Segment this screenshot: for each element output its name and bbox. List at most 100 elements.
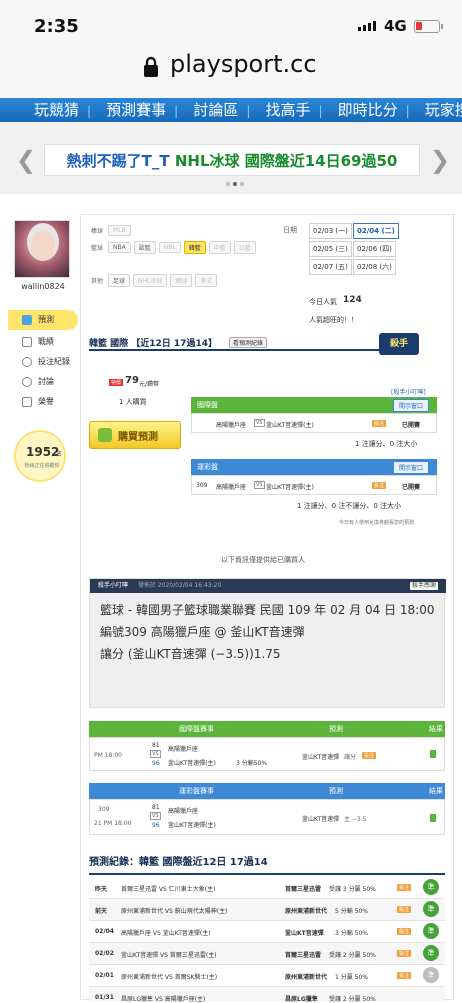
sport-summary: 1 注讓分、0 注不讓分、0 注大小 (297, 502, 402, 510)
filter-chip[interactable]: 中籃 (208, 240, 231, 254)
result-icon (430, 814, 436, 822)
seal-icon: 準 (423, 901, 439, 917)
popularity-text: 人氣超旺的！！ (309, 316, 358, 324)
nav-item-livescore[interactable]: 即時比分 (338, 98, 398, 122)
section-header: 韓籃 國際 【近12日 17過14】 看預測紀錄 (89, 333, 379, 351)
date-option[interactable]: 02/07 (五) (309, 259, 352, 275)
nav-item-predict[interactable]: 預測賽事 (106, 98, 166, 122)
tip-line: 籃球 - 韓國男子籃球職業聯賽 民國 109 年 02 月 04 日 18:00 (100, 603, 435, 617)
banner-message[interactable]: 熱刺不踢了T_T NHL冰球 國際盤近14日69過50 (44, 144, 420, 176)
honor-icon (22, 396, 32, 407)
sale-badge: 特價 (109, 379, 124, 386)
seal-icon: 準 (423, 967, 439, 983)
today-popularity-value: 124 (343, 295, 362, 305)
chevron-right-icon[interactable]: ❯ (430, 146, 450, 174)
main-nav: 玩競猜| 預測賽事| 討論區| 找高手| 即時比分| 玩家搜尋| 數據 (0, 98, 462, 122)
tip-published: 發佈於 2020/02/04 16:43:20 (137, 582, 222, 589)
filter-chip[interactable]: 日籃 (233, 240, 256, 254)
seal-icon: 準 (423, 879, 439, 895)
record-row[interactable]: 02/01 原州東浦新世代 VS 首爾SK騎士(主) 原州東浦新世代 1 分贏 … (89, 965, 445, 987)
date-option[interactable]: 02/03 (一) (309, 223, 352, 239)
filter-baseball: 棒球 MLB (89, 223, 131, 237)
avatar[interactable] (14, 220, 70, 278)
tip-line: 編號309 高陽獵戶座 @ 釜山KT音速彈 (100, 625, 305, 639)
buy-prediction-button[interactable]: 購買預測 (89, 421, 181, 449)
sidebar-item-bets[interactable]: 投注紀錄 (8, 352, 78, 372)
thanks-badge[interactable]: 殺手感謝 (409, 582, 438, 590)
record-icon (22, 336, 32, 347)
sidebar-item-predict[interactable]: 預測 (8, 310, 78, 330)
price-value: 79 (125, 375, 139, 386)
filter-chip[interactable]: 美式 (195, 273, 218, 287)
predict-icon (22, 314, 32, 325)
tip-line: 讓分 (釜山KT音速彈 (−3.5))1.75 (100, 647, 281, 661)
open-window-button[interactable]: 開示窗口 (393, 399, 430, 412)
filter-chip[interactable]: 足球 (108, 273, 131, 287)
url-text: playsport.cc (170, 50, 317, 78)
filter-chip[interactable]: 網球 (170, 273, 193, 287)
nav-item-experts[interactable]: 找高手 (265, 98, 310, 122)
date-option[interactable]: 02/08 (六) (353, 259, 396, 275)
open-window-button[interactable]: 開示窗口 (393, 461, 430, 474)
seal-icon: 準 (423, 945, 439, 961)
intl-table-header: 國際盤賽事 預測 結果 (89, 721, 445, 737)
sport-table-header: 運彩盤賽事 預測 結果 (89, 783, 445, 799)
filter-chip-selected[interactable]: 韓籃 (183, 240, 206, 254)
network-label: 4G (384, 17, 407, 35)
killer-tip-link[interactable]: [殺手小叮嚀] (391, 387, 426, 396)
nav-item-player-search[interactable]: 玩家搜尋 (425, 98, 462, 122)
voucher-note: 今日有人使用兌換券觀看您的預測 (339, 520, 415, 526)
record-row[interactable]: 昨天 首爾三星迅雷 VS 仁川東土大象(主) 首爾三星迅雷 受讓 3 分贏 50… (89, 877, 445, 899)
today-popularity-label: 今日人氣 (309, 298, 337, 306)
date-option-selected[interactable]: 02/04 (二) (353, 223, 399, 239)
chevron-left-icon[interactable]: ❮ (16, 146, 36, 174)
buyers-only-notice: 以下資訊僅提供給已購買人 (221, 556, 305, 564)
view-history-button[interactable]: 看預測紀錄 (229, 337, 268, 348)
record-row[interactable]: 01/31 昌原LG獵隼 VS 高陽獵戶座(主) 昌原LG獵隼 受讓 2 分贏 … (89, 987, 445, 1003)
lock-icon (144, 56, 158, 77)
result-icon (430, 750, 436, 758)
filter-basketball: 籃球 NBA 歐籃 NBL 韓籃 中籃 日籃 (89, 240, 256, 254)
records-title: 預測紀錄：韓籃 國際盤近12日 17過14 (89, 857, 268, 868)
price-unit: 元/鑽幣 (139, 381, 160, 388)
nav-item-forum[interactable]: 討論區 (193, 98, 238, 122)
filter-chip[interactable]: 歐籃 (133, 240, 156, 254)
tip-title: 殺手小叮嚀 (98, 582, 129, 589)
signal-icon (358, 21, 376, 31)
status-time: 2:35 (34, 16, 79, 37)
filter-chip[interactable]: MLB (108, 224, 131, 236)
fans-counter[interactable]: 1952 名 粉絲正在追蹤你 (14, 430, 66, 482)
section-title: 韓籃 國際 【近12日 17過14】 (89, 339, 217, 349)
buy-icon (98, 428, 112, 442)
announcement-banner: ❮ 熱刺不踢了T_T NHL冰球 國際盤近14日69過50 ❯ (0, 122, 462, 194)
sport-table-row: 309 21 PM 18:00 81 VS 96 高陽獵戶座 釜山KT音速彈(主… (89, 799, 445, 835)
record-row[interactable]: 前天 原州東浦新世代 VS 蔚山現代太陽神(主) 原州東浦新世代 5 分輸 50… (89, 899, 445, 921)
intl-summary: 1 注讓分、0 注大小 (355, 440, 418, 448)
killer-tip-box: 殺手小叮嚀 發佈於 2020/02/04 16:43:20 殺手感謝 籃球 - … (89, 578, 446, 708)
buyer-count: 1 人購買 (119, 398, 147, 406)
discuss-icon (22, 376, 32, 387)
filter-chip[interactable]: NHL冰球 (133, 273, 168, 287)
killer-badge: 殺手 (379, 333, 419, 355)
prediction-panel: 棒球 MLB 籃球 NBA 歐籃 NBL 韓籃 中籃 日籃 其他 足球 NHL冰… (80, 214, 454, 1003)
sidebar-item-record[interactable]: 戰績 (8, 332, 78, 352)
bets-icon (22, 356, 32, 367)
seal-icon: 準 (423, 923, 439, 939)
filter-chip[interactable]: NBL (158, 241, 181, 253)
sidebar-item-discuss[interactable]: 討論 (8, 372, 78, 392)
intl-table-row: PM 18:00 81 VS 96 高陽獵戶座 釜山KT音速彈(主) 3 分輸5… (89, 737, 445, 771)
record-row[interactable]: 02/04 高陽獵戶座 VS 釜山KT音速彈(主) 釜山KT音速彈 3 分輸 5… (89, 921, 445, 943)
date-option[interactable]: 02/05 (三) (309, 241, 352, 257)
sidebar-item-honor[interactable]: 榮譽 (8, 392, 78, 412)
date-label: 日期 (283, 226, 297, 234)
filter-chip[interactable]: NBA (108, 241, 131, 253)
user-sidebar: wallin0824 預測 戰績 投注紀錄 討論 榮譽 1952 名 粉絲正在追… (8, 214, 78, 504)
filter-other: 其他 足球 NHL冰球 網球 美式 (89, 273, 218, 287)
status-bar: 2:35 4G (0, 0, 462, 46)
record-row[interactable]: 02/02 釜山KT音速彈 VS 首爾三星迅雷(主) 首爾三星迅雷 受讓 2 分… (89, 943, 445, 965)
url-bar[interactable]: playsport.cc (0, 46, 462, 98)
username: wallin0824 (21, 282, 65, 291)
nav-item-guess[interactable]: 玩競猜 (34, 98, 79, 122)
intl-row: 高陽獵戶座 VS 釜山KT音速彈(主) 投注 已開賽 (191, 413, 437, 433)
date-option[interactable]: 02/06 (四) (353, 241, 396, 257)
